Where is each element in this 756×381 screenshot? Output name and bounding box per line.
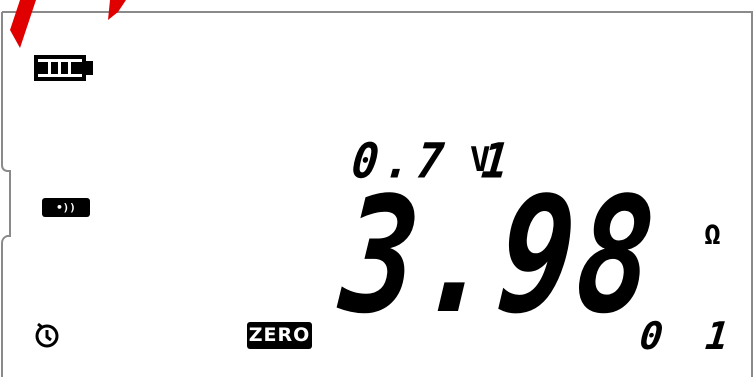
timer-icon: [35, 322, 59, 348]
zero-indicator: ZERO: [247, 322, 312, 349]
sound-beep-icon: •)): [42, 198, 90, 217]
watermark-stroke: [10, 0, 126, 48]
main-unit: Ω: [704, 218, 721, 251]
battery-full-icon: [34, 55, 93, 81]
main-reading: 3.98: [334, 162, 665, 349]
lcd-screen: •)) 0.7 1 V 3.98 Ω ZERO 0 1: [0, 0, 756, 377]
range-code: 0 1: [637, 314, 741, 358]
